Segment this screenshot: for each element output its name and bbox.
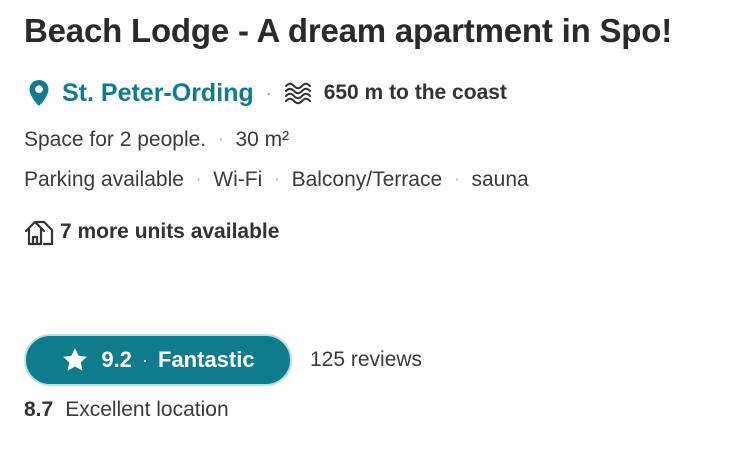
waves-icon: [284, 82, 311, 105]
listing-card: Beach Lodge - A dream apartment in Spo! …: [0, 0, 748, 464]
separator-dot: ·: [218, 131, 224, 148]
amenity-parking: Parking available: [24, 168, 184, 191]
more-units-label: 7 more units available: [60, 220, 280, 243]
separator-dot: ·: [454, 171, 460, 188]
area-text: 30 m²: [235, 128, 290, 151]
house-icon: [24, 220, 54, 246]
location-link[interactable]: St. Peter-Ording: [62, 79, 254, 108]
location-score-row: 8.7 Excellent location: [24, 398, 229, 422]
reviews-count[interactable]: 125 reviews: [310, 348, 422, 372]
listing-title: Beach Lodge - A dream apartment in Spo!: [24, 12, 673, 49]
capacity-row: Space for 2 people. · 30 m²: [24, 128, 289, 152]
rating-score: 9.2: [101, 347, 132, 372]
map-pin-icon: [29, 80, 49, 106]
separator-dot: ·: [265, 82, 272, 103]
amenity-wifi: Wi-Fi: [213, 168, 263, 191]
location-row: St. Peter-Ording · 650 m to the coast: [24, 74, 507, 112]
separator-dot: ·: [142, 349, 148, 370]
location-score-label: Excellent location: [65, 398, 229, 421]
star-icon: [63, 348, 88, 371]
more-units-row[interactable]: 7 more units available: [24, 218, 279, 246]
amenities-row: Parking available · Wi-Fi · Balcony/Terr…: [24, 168, 529, 192]
amenity-sauna: sauna: [471, 168, 529, 191]
separator-dot: ·: [274, 171, 280, 188]
rating-row: 9.2 · Fantastic 125 reviews: [24, 334, 422, 386]
coast-distance: 650 m to the coast: [323, 81, 507, 104]
amenity-balcony: Balcony/Terrace: [291, 168, 443, 191]
separator-dot: ·: [195, 171, 202, 188]
capacity-text: Space for 2 people.: [24, 128, 207, 151]
rating-badge[interactable]: 9.2 · Fantastic: [24, 334, 292, 386]
location-score: 8.7: [24, 398, 54, 421]
rating-verdict: Fantastic: [158, 347, 255, 372]
